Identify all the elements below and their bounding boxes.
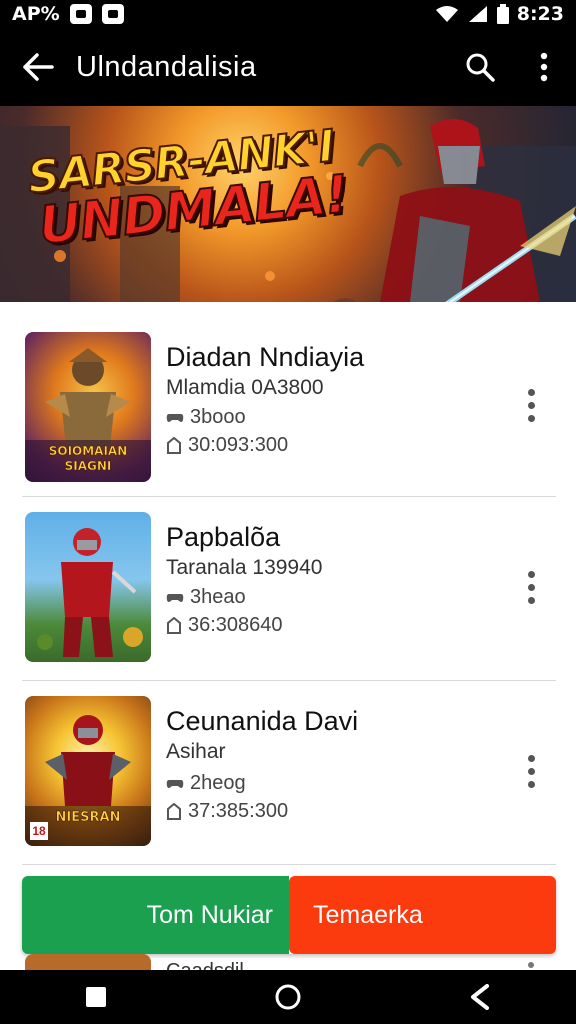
- item-title: Ceunanida Davi: [166, 706, 359, 736]
- item-subtitle: Mlamdia 0A3800: [166, 376, 324, 399]
- back-button[interactable]: [0, 28, 76, 106]
- item-meta-players: 3heao: [166, 586, 246, 609]
- recents-button[interactable]: [56, 970, 136, 1024]
- primary-action-button[interactable]: Tom Nukiar: [22, 876, 289, 954]
- status-bar: AP% 8:23: [0, 0, 576, 28]
- app-title: Ulndandalisia: [76, 50, 257, 83]
- signal-icon: [468, 6, 487, 22]
- more-vert-icon: [540, 52, 548, 82]
- search-button[interactable]: [448, 28, 512, 106]
- item-more-button[interactable]: [516, 380, 546, 430]
- tag-icon: [167, 616, 181, 634]
- list-item[interactable]: SOIOMAIAN SIAGNI Diadan Nndiayia Mlamdia…: [0, 302, 576, 497]
- back-nav-button[interactable]: [440, 970, 520, 1024]
- notification-icon: [69, 4, 92, 24]
- tag-icon: [167, 436, 181, 454]
- status-right: 8:23: [435, 3, 564, 25]
- battery-icon: [496, 4, 509, 24]
- gamepad-icon: [166, 779, 184, 788]
- item-subtitle: Taranala 139940: [166, 556, 323, 579]
- item-meta-time: 37:385:300: [166, 800, 288, 823]
- secondary-action-button[interactable]: Temaerka: [289, 876, 556, 954]
- search-icon: [466, 53, 495, 82]
- item-thumbnail: SOIOMAIAN SIAGNI: [25, 332, 151, 482]
- age-rating-badge: 18: [30, 822, 48, 840]
- item-more-button[interactable]: [516, 746, 546, 796]
- thumbnail-caption: SOIOMAIAN SIAGNI: [48, 444, 128, 474]
- promo-banner[interactable]: SARSR-ANK'I UNDMALA!: [0, 106, 576, 302]
- home-button[interactable]: [248, 970, 328, 1024]
- app-notification-icon: [101, 4, 124, 24]
- game-list: SOIOMAIAN SIAGNI Diadan Nndiayia Mlamdia…: [0, 302, 576, 865]
- divider: [22, 864, 556, 865]
- item-thumbnail: NIESRAN 18: [25, 696, 151, 846]
- square-icon: [86, 987, 106, 1007]
- status-left-text: AP%: [12, 3, 60, 25]
- tag-icon: [167, 802, 181, 820]
- next-item-peek: Caadsdil...: [0, 954, 576, 970]
- item-meta-time: 30:093:300: [166, 434, 288, 457]
- overflow-menu-button[interactable]: [512, 28, 576, 106]
- status-left: AP%: [12, 3, 124, 25]
- list-item[interactable]: NIESRAN 18 Ceunanida Davi Asihar 2heog 3…: [0, 670, 576, 865]
- status-time: 8:23: [516, 3, 564, 25]
- app-bar: Ulndandalisia: [0, 28, 576, 106]
- list-item[interactable]: Papbalõa Taranala 139940 3heao 36:308640: [0, 484, 576, 681]
- item-subtitle: Asihar: [166, 740, 226, 763]
- arrow-left-icon: [23, 53, 54, 81]
- gamepad-icon: [166, 593, 184, 602]
- item-meta-players: 2heog: [166, 772, 246, 795]
- triangle-back-icon: [471, 984, 489, 1010]
- item-thumbnail: [25, 512, 151, 662]
- action-buttons: Tom Nukiar Temaerka: [22, 876, 556, 954]
- system-nav-bar: [0, 970, 576, 1024]
- circle-icon: [275, 984, 301, 1010]
- item-title: Diadan Nndiayia: [166, 342, 365, 372]
- wifi-icon: [435, 6, 458, 22]
- item-title: Papbalõa: [166, 522, 281, 552]
- item-meta-time: 36:308640: [166, 614, 283, 637]
- item-more-button[interactable]: [516, 562, 546, 612]
- gamepad-icon: [166, 413, 184, 422]
- item-meta-players: 3booo: [166, 406, 246, 429]
